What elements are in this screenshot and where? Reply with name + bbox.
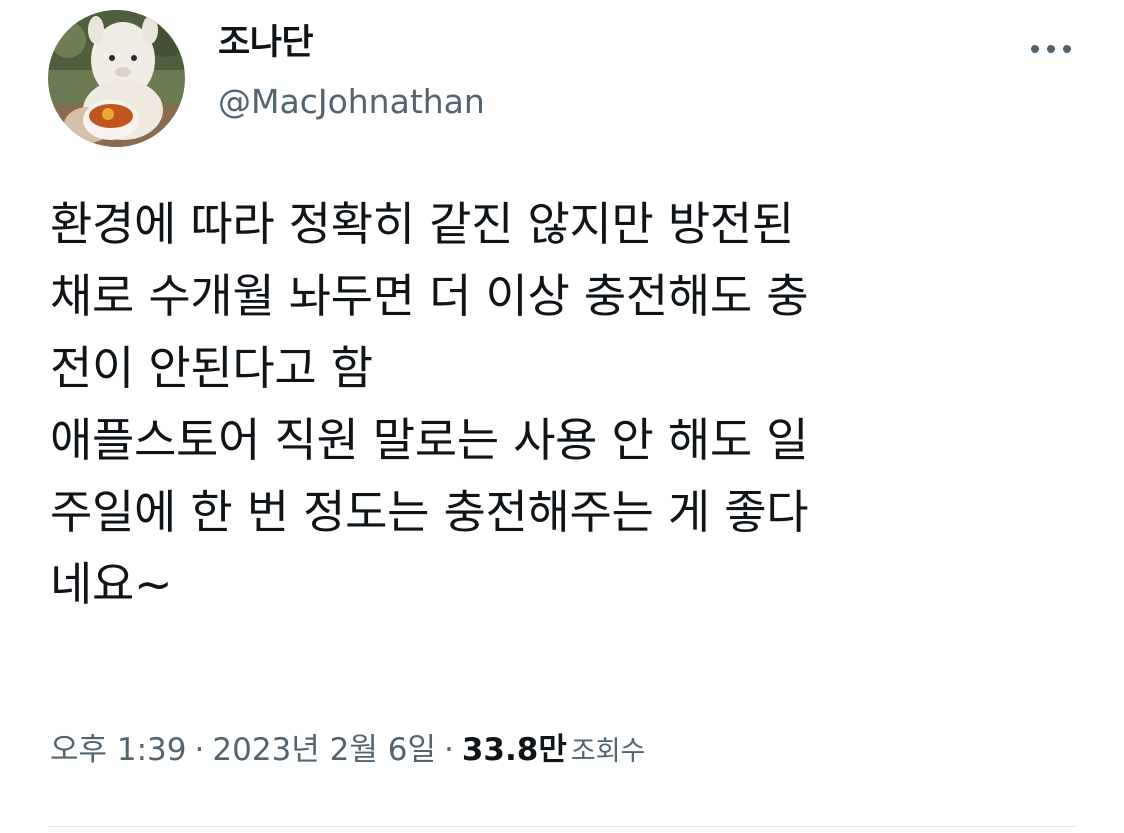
views-label: 조회수	[570, 736, 646, 767]
tweet-timestamp-date[interactable]: 2023년 2월 6일	[212, 732, 436, 768]
dot-icon	[1031, 45, 1039, 53]
more-horizontal-icon[interactable]	[1028, 40, 1074, 58]
separator-dot: ·	[443, 732, 454, 768]
tweet: 조나단 @MacJohnathan 환경에 따라 정확히 같진 않지만 방전된 …	[0, 0, 1124, 833]
avatar[interactable]	[48, 10, 185, 147]
author-handle[interactable]: @MacJohnathan	[218, 80, 485, 124]
alpaca-plush-with-tea-avatar-icon	[48, 10, 185, 147]
views-count: 33.8만	[461, 732, 567, 768]
tweet-timestamp-time[interactable]: 오후 1:39	[50, 732, 187, 768]
tweet-meta: 오후 1:39 · 2023년 2월 6일 · 33.8만 조회수	[50, 728, 645, 774]
divider	[48, 826, 1076, 827]
author-display-name[interactable]: 조나단	[218, 20, 314, 66]
dot-icon	[1047, 45, 1055, 53]
separator-dot: ·	[194, 732, 205, 768]
tweet-text: 환경에 따라 정확히 같진 않지만 방전된 채로 수개월 놔두면 더 이상 충전…	[50, 197, 809, 611]
dot-icon	[1063, 45, 1071, 53]
